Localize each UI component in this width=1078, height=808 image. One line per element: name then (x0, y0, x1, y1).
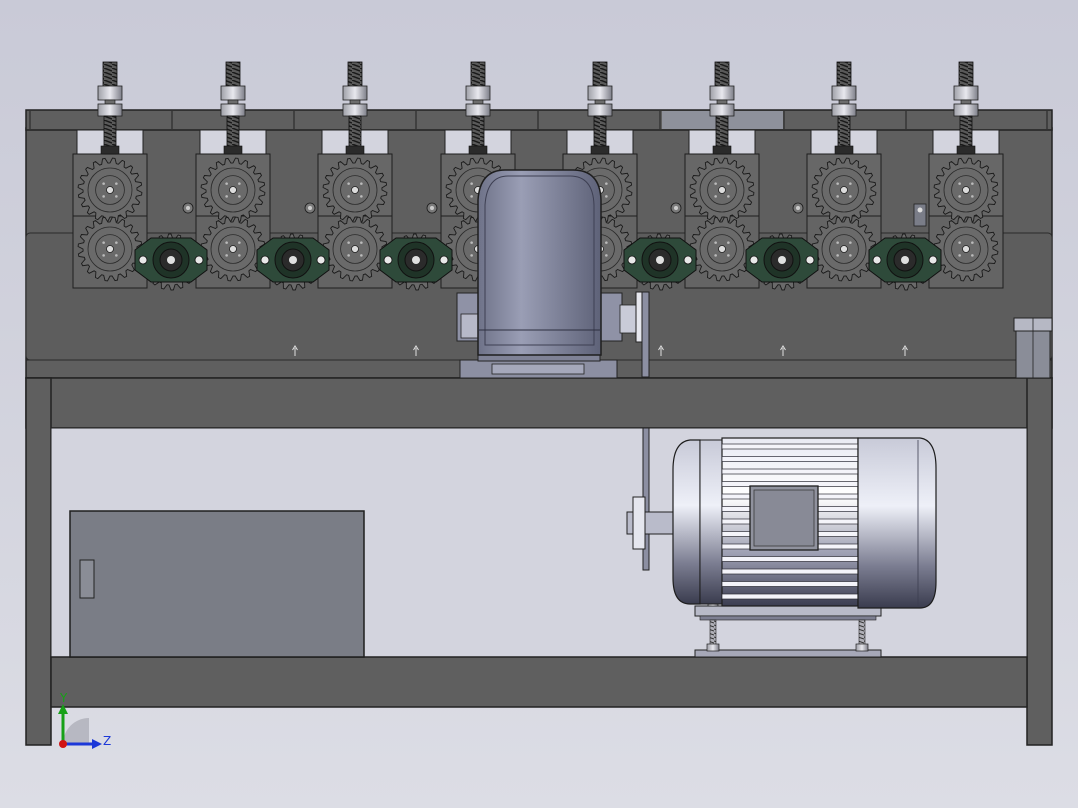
upper-gear (689, 157, 755, 223)
screw-nut (709, 103, 735, 117)
upper-gear (811, 157, 877, 223)
bearing-bolt (439, 255, 449, 265)
electrical-box[interactable] (69, 510, 365, 658)
motor-fin (721, 443, 859, 450)
bearing-bolt (316, 255, 326, 265)
motor-pulley (632, 496, 646, 550)
upper-gear (200, 157, 266, 223)
lower-gear (933, 216, 999, 282)
bearing-bolt (749, 255, 759, 265)
bearing-bolt (383, 255, 393, 265)
bearing-bolt (805, 255, 815, 265)
screw-thread (714, 61, 730, 89)
motor-fin (721, 468, 859, 475)
lower-gear (77, 216, 143, 282)
screw-nut (587, 103, 613, 117)
screw-nut (953, 85, 979, 101)
middle-beam (25, 377, 1053, 429)
upper-gear (933, 157, 999, 223)
motor-fin (721, 593, 859, 600)
bearing-bolt (872, 255, 882, 265)
screw-nut (97, 103, 123, 117)
upper-gear (77, 157, 143, 223)
motor-fin (721, 456, 859, 462)
screw-thread (347, 61, 363, 89)
screw-nut (465, 103, 491, 117)
lower-gear (322, 216, 388, 282)
screw-thread (836, 61, 852, 89)
screw-nut (587, 85, 613, 101)
screw-nut (97, 85, 123, 101)
screw-thread (102, 61, 118, 89)
motor-fin (721, 568, 859, 575)
bearing-bolt (138, 255, 148, 265)
screw-nut (709, 85, 735, 101)
screw-nut (342, 85, 368, 101)
bearing-bolt (627, 255, 637, 265)
z-axis-label: Z (103, 734, 111, 748)
screw-thread (225, 61, 241, 89)
lower-gear (200, 216, 266, 282)
lower-gear (811, 216, 877, 282)
electrical-box-handle[interactable] (79, 559, 95, 599)
motor-mount (694, 605, 882, 617)
screw-thread (592, 61, 608, 89)
bearing-bolt (683, 255, 693, 265)
lower-gear (689, 216, 755, 282)
bracket-tab (913, 203, 927, 227)
right-leg (1026, 377, 1053, 746)
motor-fin (721, 556, 859, 562)
side-bracket (1013, 317, 1053, 379)
top-rail (25, 109, 1053, 131)
bottom-beam (50, 656, 1028, 708)
screw-nut (831, 103, 857, 117)
bearing-bolt (194, 255, 204, 265)
screw-nut (465, 85, 491, 101)
left-leg (25, 377, 52, 746)
motor-base-plate (694, 649, 882, 658)
screw-nut (220, 103, 246, 117)
z-axis-arrow (92, 739, 102, 749)
screw-nut (953, 103, 979, 117)
y-axis-label: Y (59, 691, 68, 705)
bearing-bolt (260, 255, 270, 265)
screw-nut (220, 85, 246, 101)
cad-viewport[interactable]: Y Z (0, 0, 1078, 808)
screw-nut (342, 103, 368, 117)
bearing-bolt (928, 255, 938, 265)
motor-fin (721, 581, 859, 587)
gearbox-body (477, 169, 602, 356)
upper-gear (322, 157, 388, 223)
screw-thread (470, 61, 486, 89)
x-axis-dot (59, 740, 67, 748)
screw-nut (831, 85, 857, 101)
screw-thread (958, 61, 974, 89)
